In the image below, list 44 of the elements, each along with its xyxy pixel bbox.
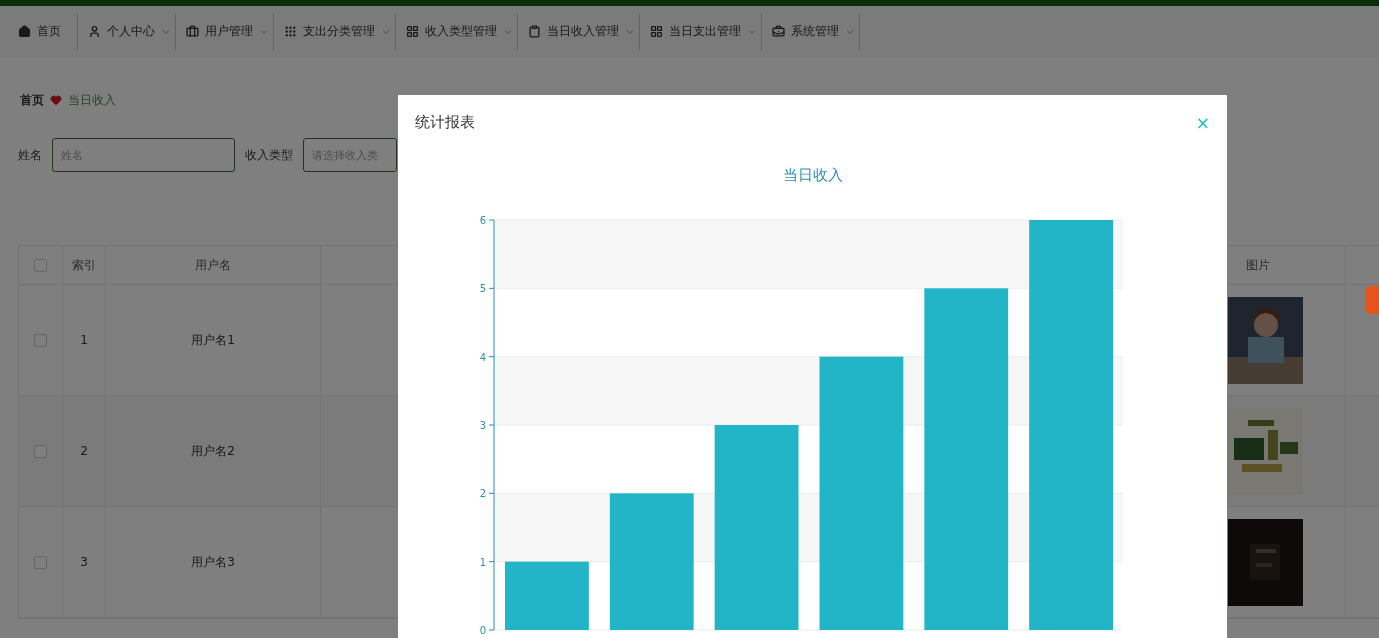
user-icon (88, 25, 101, 38)
nav-item[interactable]: 用户管理 (176, 12, 274, 51)
briefcase-icon (772, 25, 785, 38)
clipboard-icon (528, 25, 541, 38)
nav-item[interactable]: 首页 (8, 12, 78, 51)
checkbox[interactable] (34, 444, 47, 458)
nav-item[interactable]: 当日支出管理 (640, 12, 762, 51)
table-cell: 用户名1 (106, 285, 321, 395)
table-cell: 1 (63, 285, 106, 395)
tick-label: 1 (479, 556, 486, 568)
checkbox[interactable] (34, 333, 47, 347)
table-cell: 2 (63, 396, 106, 506)
grid-icon (406, 25, 419, 38)
nav-item[interactable]: 个人中心 (78, 12, 176, 51)
modal-title: 统计报表 (415, 113, 475, 132)
tick-label: 2 (479, 488, 486, 500)
tick-label: 3 (479, 420, 486, 431)
tick-label: 4 (479, 351, 486, 363)
column-header: 用户名 (106, 246, 321, 284)
breadcrumb-home[interactable]: 首页 (20, 91, 44, 109)
table-cell: 用户名3 (106, 507, 321, 617)
nav-item[interactable]: 支出分类管理 (274, 12, 396, 51)
dots-grid-icon (284, 25, 297, 38)
nav-item[interactable]: 收入类型管理 (396, 12, 518, 51)
table-cell: 3 (63, 507, 106, 617)
tick-label: 0 (479, 625, 486, 636)
grid-icon (650, 25, 663, 38)
nav-item[interactable]: 当日收入管理 (518, 12, 640, 51)
floating-icon[interactable] (1365, 286, 1379, 314)
field-label: 姓名 (18, 146, 42, 164)
briefcase-icon (186, 25, 199, 38)
close-button[interactable]: × (1195, 112, 1210, 133)
breadcrumb-current: 当日收入 (68, 91, 116, 109)
home-icon (18, 25, 31, 38)
tick-label: 6 (479, 215, 486, 226)
column-header: 索引 (63, 246, 106, 284)
chart-title: 当日收入 (782, 165, 843, 185)
table-cell: 用户名2 (106, 396, 321, 506)
field-label: 收入类型 (245, 146, 293, 164)
checkbox[interactable] (34, 258, 47, 272)
checkbox[interactable] (34, 555, 47, 569)
tick-label: 5 (479, 283, 486, 295)
heart-icon (50, 94, 62, 106)
nav-item[interactable]: 系统管理 (762, 12, 860, 51)
